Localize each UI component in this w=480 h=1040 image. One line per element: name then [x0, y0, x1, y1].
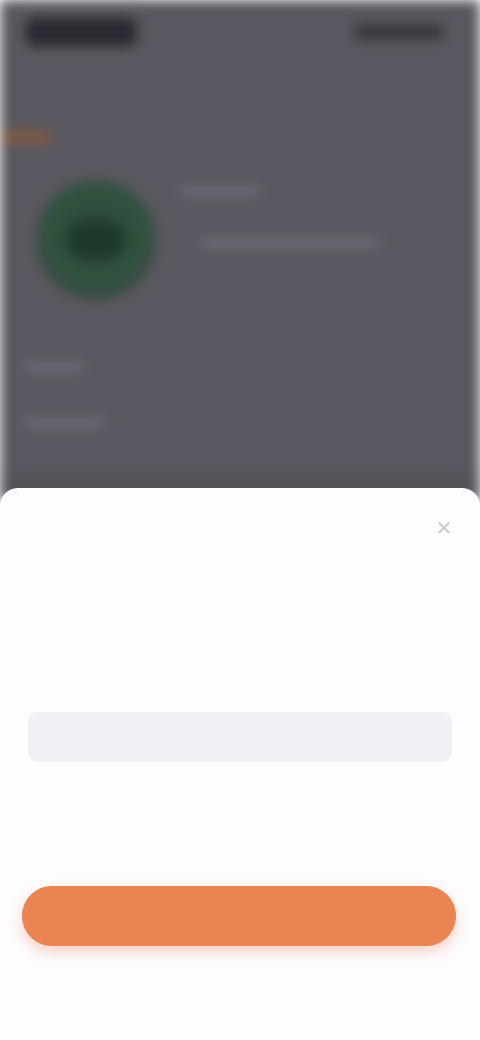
- status-time: [26, 18, 136, 46]
- background-text-line: [24, 362, 84, 372]
- background-text-line: [180, 186, 260, 196]
- app-logo-mark: [66, 220, 126, 260]
- app-screen: ✕: [0, 0, 480, 1040]
- status-bar: [0, 0, 480, 60]
- bottom-sheet: ✕: [0, 488, 480, 1040]
- background-text-line: [24, 418, 104, 428]
- value-field[interactable]: [28, 712, 452, 762]
- app-logo-icon: [36, 180, 156, 300]
- sheet-header: ✕: [0, 488, 480, 568]
- background-app: [0, 0, 480, 500]
- primary-action-button[interactable]: [22, 886, 456, 946]
- field-caption: [0, 780, 480, 798]
- close-icon[interactable]: ✕: [426, 510, 462, 546]
- sheet-title: [0, 514, 480, 538]
- background-accent-tab: [0, 132, 50, 142]
- status-icons: [354, 24, 444, 40]
- background-text-line: [200, 238, 380, 248]
